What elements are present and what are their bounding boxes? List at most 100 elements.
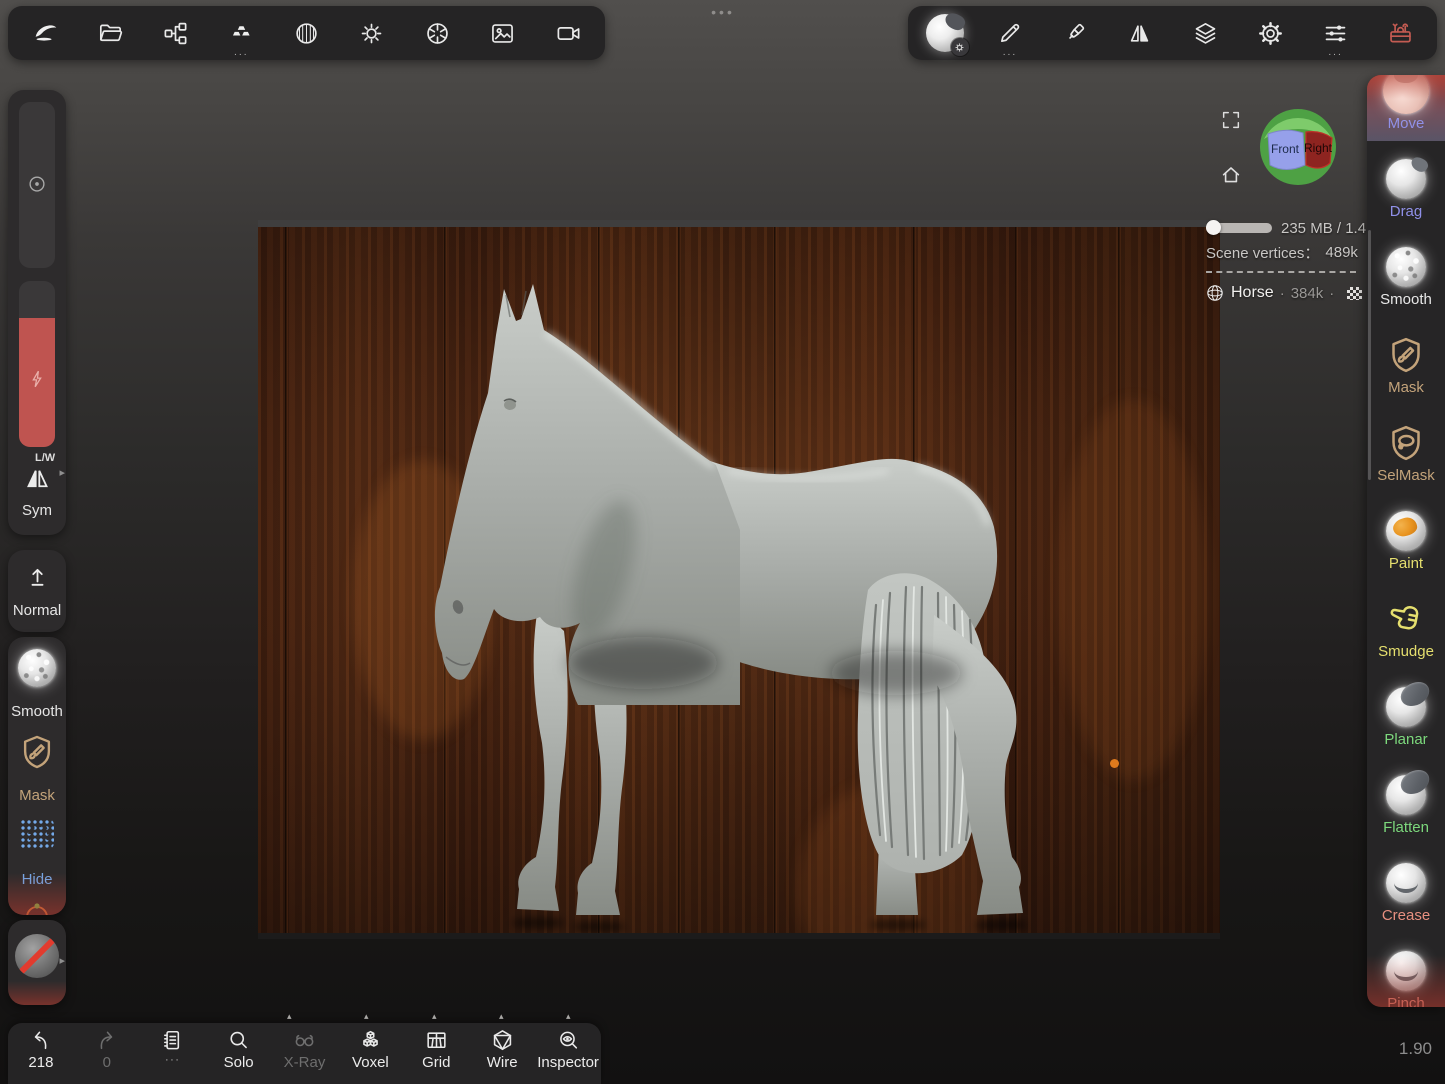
tool-label: Mask	[1388, 379, 1424, 396]
grid-button[interactable]: Grid	[403, 1023, 469, 1084]
toolbox-button[interactable]	[1368, 6, 1433, 60]
app-menu-button[interactable]	[12, 6, 77, 60]
tool-smooth[interactable]: Smooth	[1367, 239, 1445, 327]
gizmo-right-label[interactable]: Right	[1304, 141, 1333, 155]
interface-button[interactable]: ···	[1303, 6, 1368, 60]
files-button[interactable]	[77, 6, 142, 60]
sym-mirror-icon	[22, 463, 53, 494]
grid-icon	[424, 1028, 449, 1053]
radius-icon	[26, 173, 48, 195]
tool-label: SelMask	[1377, 467, 1435, 484]
tool-planar[interactable]: Planar	[1367, 679, 1445, 767]
orientation-gizmo[interactable]: Front Right	[1258, 107, 1338, 187]
scene-vertices-label: Scene vertices：	[1206, 242, 1319, 263]
background-button[interactable]	[470, 6, 535, 60]
dot-separator: ·	[1280, 285, 1285, 302]
scene-vertices-value: 489k	[1325, 244, 1358, 261]
flatten-sphere-icon	[1386, 775, 1426, 815]
post-process-button[interactable]	[405, 6, 470, 60]
undo-button[interactable]: 218	[8, 1023, 74, 1084]
wire-button[interactable]: Wire	[469, 1023, 535, 1084]
xray-label: X-Ray	[284, 1054, 326, 1071]
video-camera-icon	[555, 20, 582, 47]
more-options-dots: ···	[165, 1054, 181, 1066]
scene-graph-icon	[162, 20, 189, 47]
mask-shield-icon	[1386, 335, 1426, 375]
tool-paint[interactable]: Paint	[1367, 503, 1445, 591]
app-version: 1.90	[1399, 1039, 1432, 1059]
tool-selmask[interactable]: SelMask	[1367, 415, 1445, 503]
move-sphere-icon	[1383, 75, 1429, 114]
redo-count: 0	[103, 1054, 111, 1071]
lighting-button[interactable]	[339, 6, 404, 60]
fullscreen-button[interactable]	[1220, 109, 1242, 131]
object-name[interactable]: Horse	[1231, 284, 1274, 302]
tool-crease[interactable]: Crease	[1367, 855, 1445, 943]
dot-separator: ·	[1329, 285, 1334, 302]
more-options-dots: ···	[1328, 50, 1343, 60]
paint-brush-button[interactable]	[1042, 6, 1107, 60]
tool-mask[interactable]: Mask	[1367, 327, 1445, 415]
camera-button[interactable]	[536, 6, 601, 60]
matcap-blob	[942, 10, 967, 33]
backdrop-top-strip	[258, 220, 1220, 227]
home-view-button[interactable]	[1219, 163, 1243, 187]
longpress-caret: ▴	[432, 1012, 437, 1021]
expand-arrow-icon[interactable]: ▸	[59, 468, 65, 479]
tool-list-scrollbar[interactable]	[1368, 230, 1371, 480]
redo-button[interactable]: 0	[74, 1023, 140, 1084]
layers-button[interactable]	[1173, 6, 1238, 60]
tool-pinch[interactable]: Pinch	[1367, 943, 1445, 1007]
viewport-canvas[interactable]	[258, 220, 1220, 939]
material-button[interactable]	[274, 6, 339, 60]
home-icon	[1219, 163, 1243, 187]
nomad-sculpt-screen: Front Right 235 MB / 1.4 Scene vertices：…	[0, 0, 1445, 1084]
topology-icon	[228, 20, 255, 47]
smooth-sphere-icon	[18, 649, 56, 687]
matcap-settings-badge[interactable]	[951, 38, 969, 56]
radius-slider[interactable]	[19, 102, 55, 268]
history-notebook-icon	[160, 1028, 185, 1053]
bottom-toolbar: 218 0 ··· Solo X-Ray	[8, 1023, 601, 1084]
memory-slider-knob[interactable]	[1206, 220, 1221, 235]
symmetry-button[interactable]	[1107, 6, 1172, 60]
shortcut-hide[interactable]: Hide	[8, 813, 66, 897]
xray-button[interactable]: X-Ray	[272, 1023, 338, 1084]
sculpt-model-horse[interactable]	[418, 275, 1038, 935]
icosphere-icon	[1206, 284, 1224, 302]
expand-arrow-icon[interactable]: ▸	[59, 956, 65, 967]
material-sphere-icon	[293, 20, 320, 47]
stroke-normal-panel[interactable]: Normal	[8, 550, 66, 632]
sym-button[interactable]: Sym	[8, 502, 66, 519]
pencil-tool-button[interactable]: ···	[977, 6, 1042, 60]
alpha-none-panel[interactable]: ▸	[8, 920, 66, 1005]
window-handle-dots[interactable]: •••	[698, 4, 748, 20]
settings-button[interactable]	[1238, 6, 1303, 60]
voxel-button[interactable]: Voxel	[337, 1023, 403, 1084]
memory-slider[interactable]	[1206, 223, 1272, 233]
tool-label: Smudge	[1378, 643, 1434, 660]
symmetry-mirror-icon	[1126, 20, 1153, 47]
shortcut-mask[interactable]: Mask	[8, 729, 66, 813]
tool-move[interactable]: Move	[1367, 75, 1445, 151]
matcap-material-button[interactable]	[912, 6, 977, 60]
shortcut-smooth[interactable]: Smooth	[8, 645, 66, 729]
intensity-slider[interactable]	[19, 281, 55, 447]
tool-drag[interactable]: Drag	[1367, 151, 1445, 239]
stats-separator	[1206, 271, 1356, 273]
background-image-icon	[489, 20, 516, 47]
voxel-cubes-icon	[358, 1028, 383, 1053]
inspector-button[interactable]: Inspector	[535, 1023, 601, 1084]
intensity-bolt-icon	[26, 368, 48, 390]
layers-icon	[1192, 20, 1219, 47]
history-button[interactable]: ···	[140, 1023, 206, 1084]
tool-smudge[interactable]: Smudge	[1367, 591, 1445, 679]
scene-graph-button[interactable]	[143, 6, 208, 60]
left-slider-panel: L/W ▸ Sym	[8, 90, 66, 535]
checker-texture-icon	[1347, 287, 1362, 300]
tool-flatten[interactable]: Flatten	[1367, 767, 1445, 855]
shortcut-label: Smooth	[8, 703, 66, 720]
solo-button[interactable]: Solo	[206, 1023, 272, 1084]
topology-button[interactable]: ···	[208, 6, 273, 60]
gizmo-front-label[interactable]: Front	[1271, 142, 1300, 156]
